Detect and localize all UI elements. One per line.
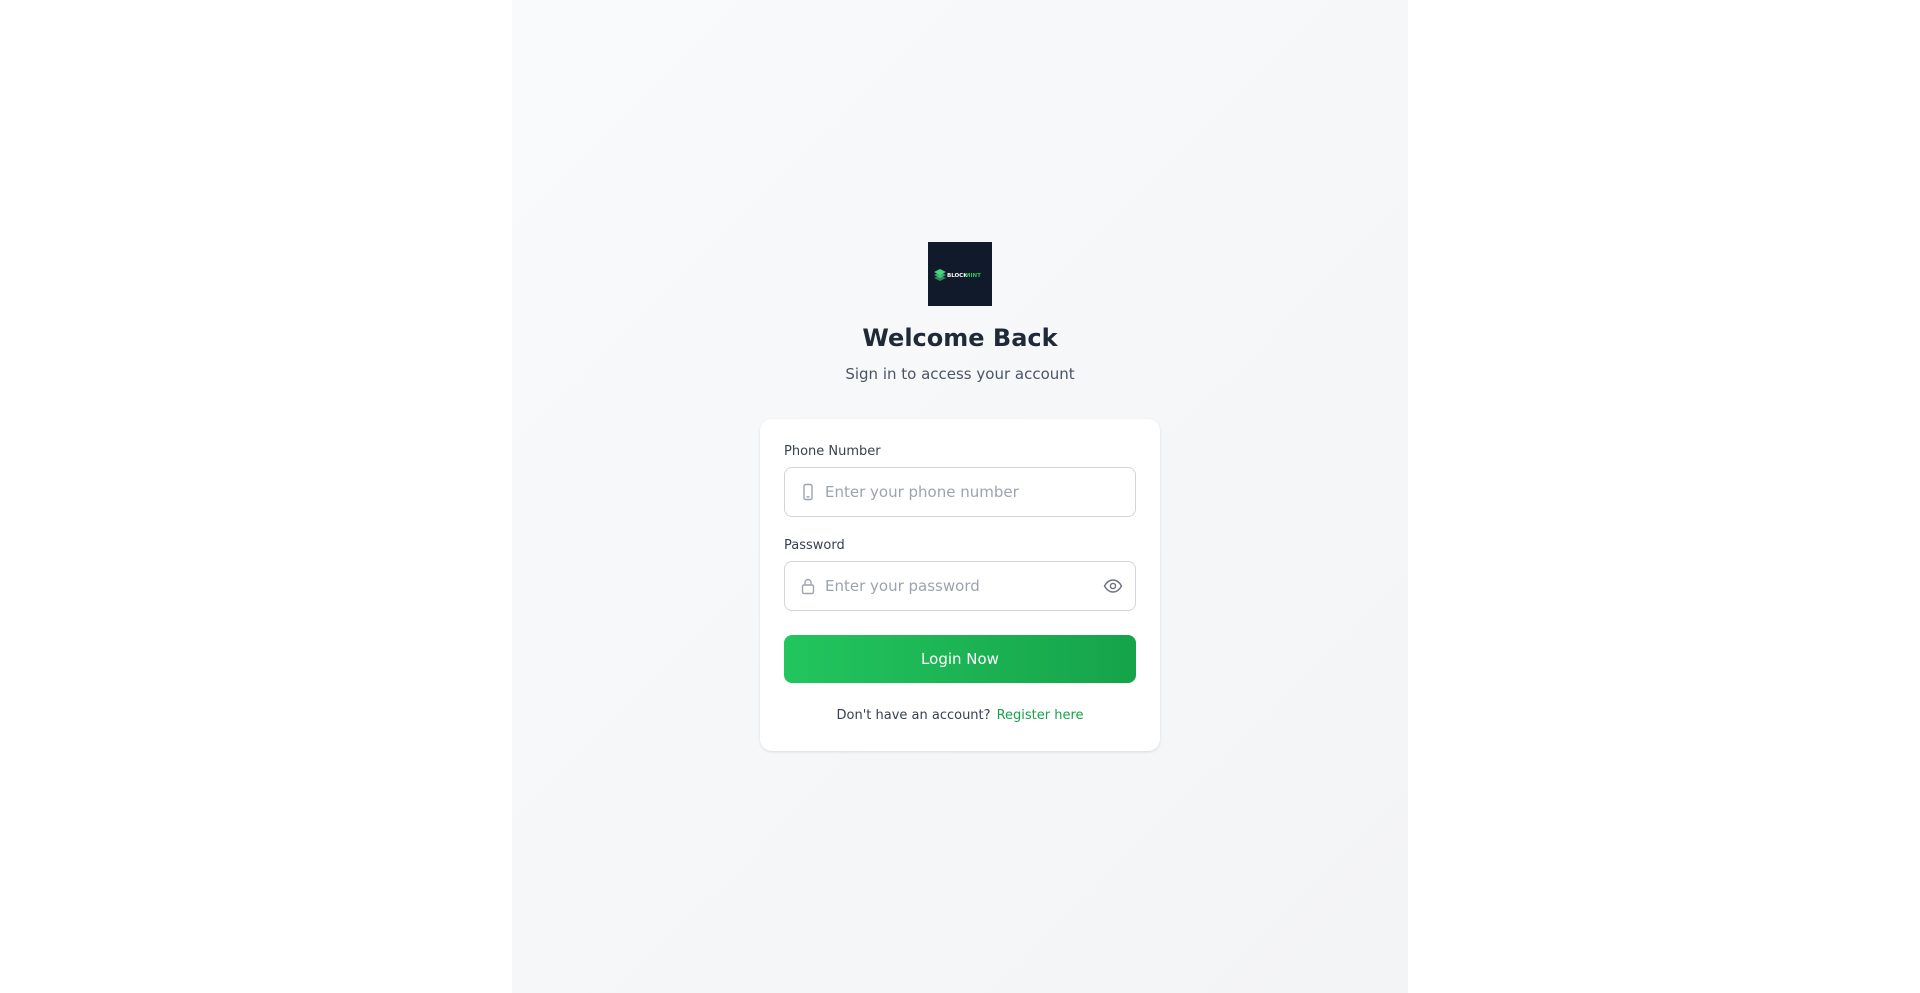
page-subtitle: Sign in to access your account	[845, 365, 1075, 383]
phone-input[interactable]	[825, 468, 1125, 516]
phone-icon	[803, 483, 813, 501]
login-card: Phone Number Password	[760, 419, 1160, 751]
phone-label: Phone Number	[784, 444, 881, 459]
login-button[interactable]: Login Now	[784, 635, 1136, 683]
register-prompt: Don't have an account?	[836, 708, 991, 723]
register-prompt-line: Don't have an account? Register here	[760, 707, 1160, 725]
brand-logo-text-b: MINT	[965, 273, 981, 279]
brand-logo-mark: BLOCK MINT	[934, 269, 981, 281]
password-label: Password	[784, 538, 845, 553]
phone-field	[784, 467, 1136, 517]
password-field	[784, 561, 1136, 611]
login-panel: BLOCK MINT Welcome Back Sign in to acces…	[512, 0, 1408, 993]
lock-icon	[801, 578, 815, 595]
register-link[interactable]: Register here	[997, 708, 1084, 723]
password-input[interactable]	[825, 562, 1081, 610]
page-title: Welcome Back	[862, 324, 1058, 352]
eye-icon[interactable]	[1103, 577, 1123, 595]
page: BLOCK MINT Welcome Back Sign in to acces…	[0, 0, 1920, 993]
brand-logo: BLOCK MINT	[928, 242, 992, 306]
